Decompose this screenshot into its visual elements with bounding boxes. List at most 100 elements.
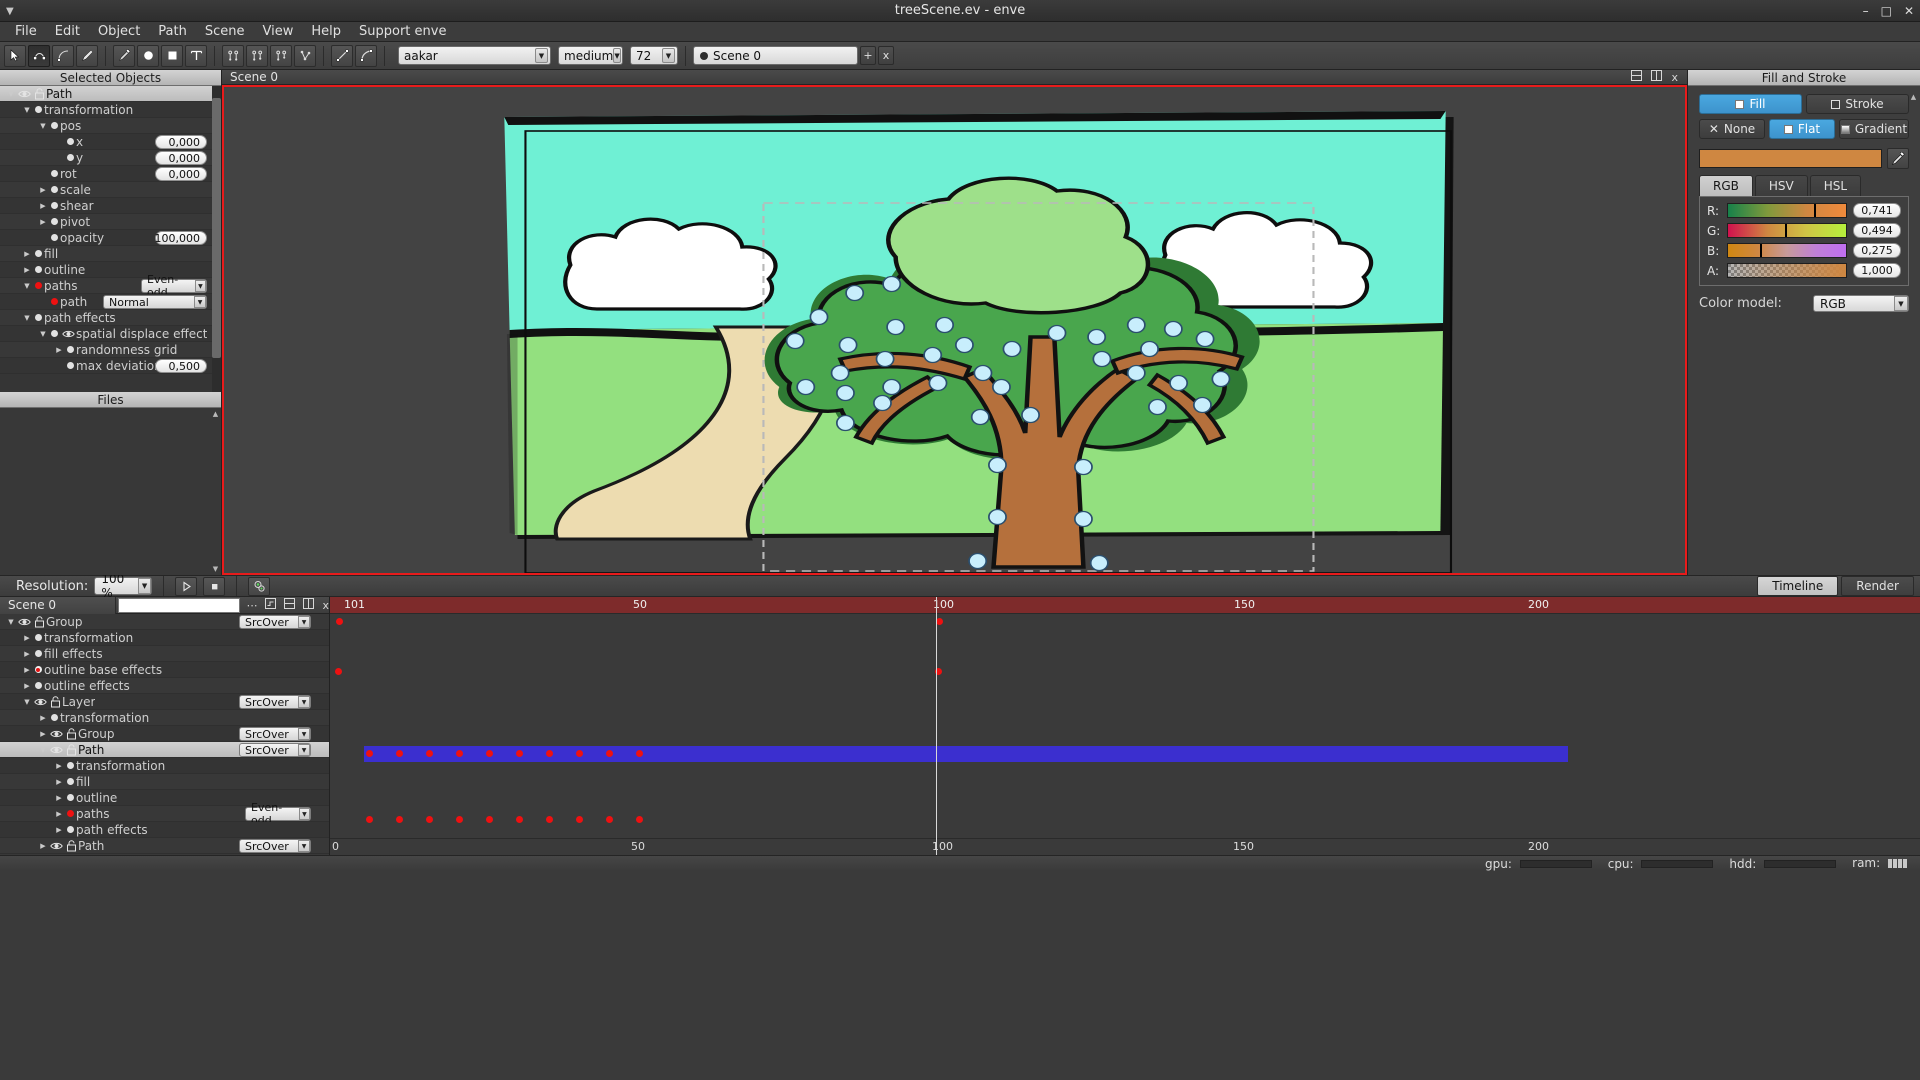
object-tree-row[interactable]: ▶pivot [0,214,221,230]
chevron-down-icon[interactable]: ▼ [38,742,48,758]
visibility-eye-icon[interactable] [48,726,64,742]
chevron-down-icon[interactable]: ▼ [138,578,151,594]
object-tree-row[interactable]: ▶randomness grid [0,342,221,358]
paint-gradient-tab[interactable]: Gradient [1839,119,1909,139]
keyframe-marker[interactable] [396,750,403,757]
keyframe-marker[interactable] [486,750,493,757]
chevron-right-icon[interactable]: ▶ [38,214,48,230]
window-menu-caret-icon[interactable]: ▼ [6,0,14,22]
keyframe-marker[interactable] [636,750,643,757]
chevron-right-icon[interactable]: ▶ [38,182,48,198]
line-segment-button[interactable] [331,45,353,67]
channel-slider-r[interactable] [1727,203,1847,218]
effect-visibility-eye-icon[interactable] [60,326,76,342]
split-vertical-icon[interactable] [1651,70,1662,84]
lock-icon[interactable] [64,726,78,742]
color-model-combo[interactable]: RGB ▼ [1813,295,1909,312]
timeline-more-icon[interactable]: ⋯ [246,599,257,612]
chevron-down-icon[interactable]: ▼ [298,616,310,628]
menu-object[interactable]: Object [89,23,149,40]
keyframe-marker[interactable] [606,750,613,757]
close-canvas-icon[interactable]: x [1671,71,1678,84]
value-field[interactable]: 0,000 [155,151,207,165]
paint-none-tab[interactable]: ✕ None [1699,119,1765,139]
hsl-tab[interactable]: HSL [1810,175,1861,196]
keyframe-marker[interactable] [366,750,373,757]
timeline-tree-row[interactable]: ▶transformation [0,758,329,774]
channel-slider-a[interactable] [1727,263,1847,278]
keyframe-marker[interactable] [426,816,433,823]
chevron-down-icon[interactable]: ▼ [298,696,310,708]
timeline-ruler-top[interactable]: 10150100150200 [330,597,1920,614]
visibility-eye-icon[interactable] [32,694,48,710]
timeline-track-area[interactable]: 10150100150200 050100150200 [330,597,1920,855]
remove-scene-button[interactable]: x [878,46,894,65]
node-smooth-button[interactable] [246,45,268,67]
chevron-down-icon[interactable]: ▼ [535,48,548,63]
lock-icon[interactable] [32,614,46,630]
keyframe-marker[interactable] [516,750,523,757]
value-field[interactable]: 0,000 [155,167,207,181]
eyedropper-tool-button[interactable] [113,45,135,67]
chevron-down-icon[interactable]: ▼ [38,326,48,342]
chevron-down-icon[interactable]: ▼ [194,296,206,308]
channel-value-b[interactable]: 0,275 [1853,243,1901,258]
path-blend-combo[interactable]: Normal▼ [103,295,207,309]
animator-dot[interactable] [48,182,60,198]
animator-dot[interactable] [64,134,76,150]
channel-value-a[interactable]: 1,000 [1853,263,1901,278]
object-tree-row[interactable]: ▼pathsEven-odd▼ [0,278,221,294]
timeline-tree-row[interactable]: ▶fill [0,774,329,790]
lock-icon[interactable] [64,838,78,854]
timeline-object-tree[interactable]: Scene 0 ⋯ x ▼GroupSrcOver▼▶transformatio… [0,597,330,855]
keyframe-marker[interactable] [936,618,943,625]
lock-icon[interactable] [64,742,78,758]
chevron-right-icon[interactable]: ▶ [22,662,32,678]
animator-record-dot[interactable] [32,662,44,678]
chevron-down-icon[interactable]: ▼ [22,310,32,326]
keyframe-marker[interactable] [335,668,342,675]
scene-selector[interactable]: Scene 0 [693,46,858,65]
timeline-tree-row[interactable]: ▶path effects [0,822,329,838]
object-tree-row[interactable]: ▼spatial displace effect [0,326,221,342]
fs-scroll-up-arrow-icon[interactable]: ▲ [1909,92,1918,102]
channel-slider-g[interactable] [1727,223,1847,238]
chevron-down-icon[interactable]: ▼ [22,694,32,710]
objects-scrollbar[interactable] [212,86,221,392]
object-tree-row[interactable]: ▶shear [0,198,221,214]
ellipse-tool-button[interactable] [137,45,159,67]
chevron-right-icon[interactable]: ▶ [38,710,48,726]
chevron-down-icon[interactable]: ▼ [22,102,32,118]
timeline-tree-rows[interactable]: ▼GroupSrcOver▼▶transformation▶fill effec… [0,614,329,854]
canvas-viewport[interactable] [222,85,1687,575]
animator-record-dot[interactable] [32,278,44,294]
menu-help[interactable]: Help [302,23,350,40]
chevron-down-icon[interactable]: ▼ [6,614,16,630]
timeline-tree-row[interactable]: ▶outline effects [0,678,329,694]
animator-dot[interactable] [48,198,60,214]
object-tree-row[interactable]: pathNormal▼ [0,294,221,310]
animator-dot[interactable] [48,326,60,342]
object-tree-row[interactable]: ▼path effects [0,310,221,326]
object-tree-row[interactable]: opacity100,000 [0,230,221,246]
keyframe-marker[interactable] [606,816,613,823]
chevron-right-icon[interactable]: ▶ [54,342,64,358]
keyframe-marker[interactable] [576,750,583,757]
object-tree-row[interactable]: ▼Path [0,86,221,102]
rgb-tab[interactable]: RGB [1699,175,1753,196]
font-weight-combo[interactable]: medium ▼ [558,46,623,65]
paint-flat-tab[interactable]: Flat [1769,119,1835,139]
chevron-down-icon[interactable]: ▼ [613,48,620,63]
keyframe-marker[interactable] [456,816,463,823]
keyframe-marker[interactable] [546,750,553,757]
close-button[interactable]: ✕ [1904,4,1914,18]
lock-icon[interactable] [32,86,46,102]
timeline-tree-row[interactable]: ▶transformation [0,710,329,726]
blend-mode-combo[interactable]: SrcOver▼ [239,727,311,741]
animator-dot[interactable] [64,774,76,790]
animator-dot[interactable] [48,118,60,134]
chevron-down-icon[interactable]: ▼ [298,728,310,740]
chevron-right-icon[interactable]: ▶ [22,246,32,262]
keyframe-marker[interactable] [486,816,493,823]
split-horizontal-icon[interactable] [1631,70,1642,84]
